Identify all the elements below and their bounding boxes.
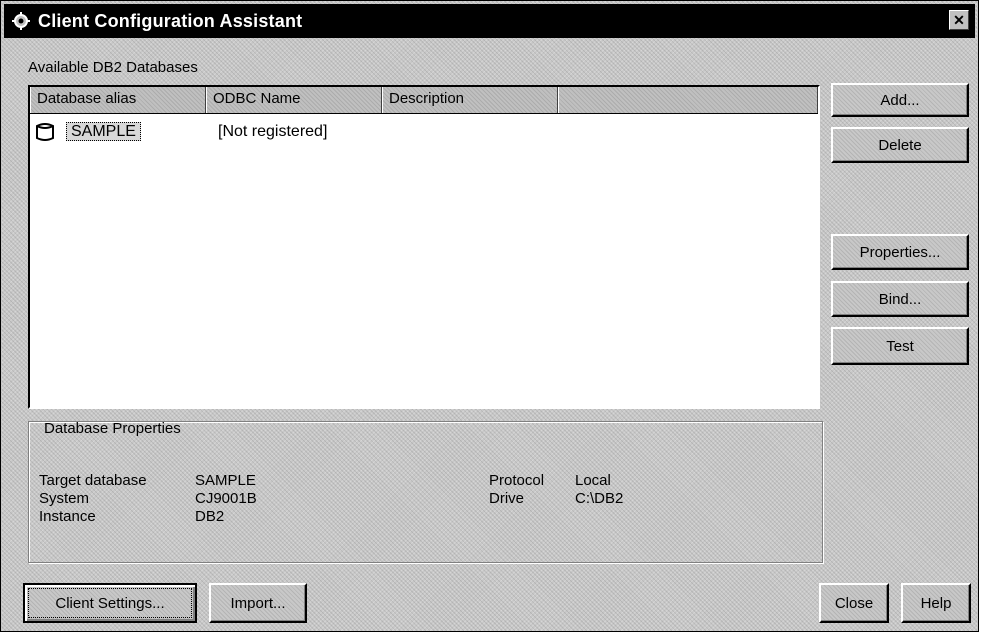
bind-button[interactable]: Bind...: [831, 281, 969, 317]
database-properties-title: Database Properties: [44, 420, 181, 437]
column-database-alias[interactable]: Database alias: [30, 87, 206, 113]
drive-label: Drive: [489, 490, 525, 507]
database-properties-group: Database Properties Target database SAMP…: [28, 420, 823, 563]
system-label: System: [39, 490, 90, 507]
client-settings-button[interactable]: Client Settings...: [23, 583, 197, 623]
test-button[interactable]: Test: [831, 327, 969, 365]
available-databases-label: Available DB2 Databases: [28, 59, 198, 76]
database-alias-cell: SAMPLE: [66, 122, 216, 141]
client-configuration-window: Client Configuration Assistant ✕ Availab…: [0, 0, 979, 632]
column-odbc-name[interactable]: ODBC Name: [206, 87, 382, 113]
delete-button[interactable]: Delete: [831, 127, 969, 163]
table-row[interactable]: SAMPLE [Not registered]: [30, 118, 818, 146]
list-header: Database alias ODBC Name Description: [30, 87, 818, 114]
database-list[interactable]: Database alias ODBC Name Description SAM…: [28, 85, 820, 409]
system-value: CJ9001B: [195, 490, 257, 507]
drive-value: C:\DB2: [575, 490, 624, 507]
database-alias-value: SAMPLE: [66, 122, 141, 141]
odbc-name-cell: [Not registered]: [218, 123, 328, 140]
protocol-value: Local: [575, 472, 611, 489]
close-button[interactable]: Close: [819, 583, 889, 623]
add-button[interactable]: Add...: [831, 83, 969, 117]
database-icon: [36, 121, 62, 143]
instance-label: Instance: [39, 508, 96, 525]
column-extra[interactable]: [558, 87, 818, 113]
column-description[interactable]: Description: [382, 87, 558, 113]
target-database-value: SAMPLE: [195, 472, 256, 489]
properties-button[interactable]: Properties...: [831, 234, 969, 270]
help-button[interactable]: Help: [901, 583, 971, 623]
target-database-label: Target database: [39, 472, 147, 489]
instance-value: DB2: [195, 508, 225, 525]
close-window-icon[interactable]: ✕: [949, 10, 969, 30]
title-bar[interactable]: Client Configuration Assistant ✕: [4, 4, 975, 38]
import-button[interactable]: Import...: [209, 583, 307, 623]
app-gear-icon[interactable]: [10, 10, 32, 32]
window-title: Client Configuration Assistant: [38, 10, 303, 31]
protocol-label: Protocol: [489, 472, 545, 489]
